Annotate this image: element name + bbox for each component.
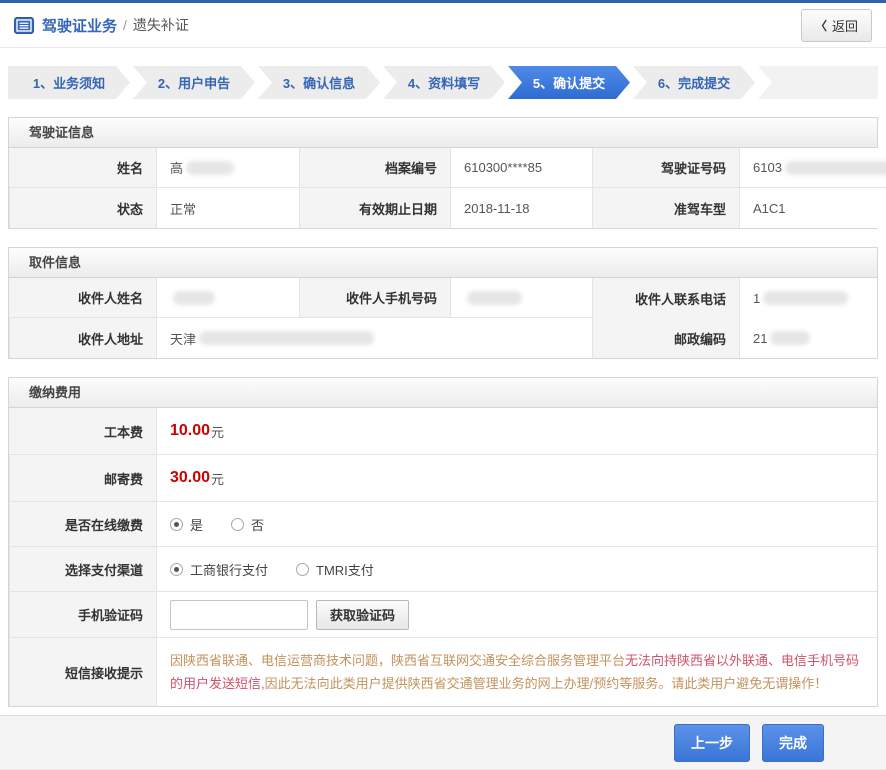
footer-action-bar: 上一步 完成 <box>0 715 886 770</box>
sms-code-input[interactable] <box>170 600 308 630</box>
sms-notice-text: 因陕西省联通、电信运营商技术问题，陕西省互联网交通安全综合服务管理平台无法向持陕… <box>156 638 877 706</box>
redacted-value <box>763 291 848 305</box>
section-pickup-title: 取件信息 <box>9 248 877 278</box>
get-code-button[interactable]: 获取验证码 <box>316 600 409 630</box>
online-no-label: 否 <box>251 515 264 534</box>
radio-channel-tmri[interactable] <box>296 563 309 576</box>
online-yes-option[interactable]: 是 <box>170 515 203 534</box>
redacted-value <box>199 331 374 345</box>
recipient-mobile-label: 收件人手机号码 <box>299 278 450 318</box>
production-fee-value: 10.00 元 <box>156 408 877 455</box>
redacted-value <box>785 161 886 175</box>
step-bar-filler <box>758 66 878 99</box>
back-button[interactable]: 〈 返回 <box>801 9 872 42</box>
breadcrumb-divider: / <box>123 17 127 33</box>
channel-tmri-option[interactable]: TMRI支付 <box>296 560 374 579</box>
step-3-confirm-info[interactable]: 3、确认信息 <box>258 66 380 99</box>
radio-online-no[interactable] <box>231 518 244 531</box>
redacted-value <box>173 291 215 305</box>
recipient-name-value <box>156 278 299 318</box>
online-payment-options: 是 否 <box>156 502 877 547</box>
sms-code-row: 获取验证码 <box>156 592 877 638</box>
page-header: 驾驶证业务 / 遗失补证 〈 返回 <box>0 3 886 48</box>
breadcrumb-current: 遗失补证 <box>133 15 189 35</box>
expiry-label: 有效期止日期 <box>299 188 450 228</box>
section-license-title: 驾驶证信息 <box>9 118 877 148</box>
finish-button[interactable]: 完成 <box>762 724 824 762</box>
redacted-value <box>186 161 234 175</box>
license-no-value: 6103 <box>739 148 886 188</box>
recipient-phone-label: 收件人联系电话 <box>592 278 739 318</box>
license-no-label: 驾驶证号码 <box>592 148 739 188</box>
production-fee-amount: 10.00 <box>170 422 210 440</box>
expiry-value: 2018-11-18 <box>450 188 592 228</box>
step-progress-bar: 1、业务须知 2、用户申告 3、确认信息 4、资料填写 5、确认提交 6、完成提… <box>8 66 878 99</box>
postcode-label: 邮政编码 <box>592 318 739 358</box>
license-business-icon <box>14 17 34 34</box>
section-license-info: 驾驶证信息 姓名 高 档案编号 610300****85 驾驶证号码 6103 … <box>8 117 878 229</box>
page-title: 驾驶证业务 <box>42 15 117 36</box>
radio-channel-icbc[interactable] <box>170 563 183 576</box>
online-yes-label: 是 <box>190 515 203 534</box>
step-2-user-declaration[interactable]: 2、用户申告 <box>133 66 255 99</box>
section-fees: 缴纳费用 工本费 10.00 元 邮寄费 30.00 元 是否在线缴费 是 否 … <box>8 377 878 707</box>
channel-icbc-label: 工商银行支付 <box>190 560 268 579</box>
name-value: 高 <box>156 148 299 188</box>
step-1-business-notice[interactable]: 1、业务须知 <box>8 66 130 99</box>
archive-no-value: 610300****85 <box>450 148 592 188</box>
recipient-address-value: 天津 <box>156 318 592 358</box>
step-5-confirm-submit-active[interactable]: 5、确认提交 <box>508 66 630 99</box>
payment-channel-label: 选择支付渠道 <box>9 547 156 592</box>
redacted-value <box>770 331 810 345</box>
vehicle-type-value: A1C1 <box>739 188 886 228</box>
status-value: 正常 <box>156 188 299 228</box>
step-6-complete-submit[interactable]: 6、完成提交 <box>633 66 755 99</box>
section-pickup-info: 取件信息 收件人姓名 收件人手机号码 收件人联系电话 1 收件人地址 天津 邮政… <box>8 247 878 359</box>
name-label: 姓名 <box>9 148 156 188</box>
channel-icbc-option[interactable]: 工商银行支付 <box>170 560 268 579</box>
postcode-value: 21 <box>739 318 877 358</box>
channel-tmri-label: TMRI支付 <box>316 560 374 579</box>
sms-notice-label: 短信接收提示 <box>9 638 156 706</box>
archive-no-label: 档案编号 <box>299 148 450 188</box>
section-fees-title: 缴纳费用 <box>9 378 877 408</box>
recipient-address-label: 收件人地址 <box>9 318 156 358</box>
radio-online-yes[interactable] <box>170 518 183 531</box>
mailing-fee-amount: 30.00 <box>170 469 210 487</box>
back-chevron-icon: 〈 <box>815 17 827 34</box>
mailing-fee-label: 邮寄费 <box>9 455 156 502</box>
notice-part-1: 因陕西省联通、电信运营商技术问题，陕西省互联网交通安全综合服务管理平台 <box>170 653 625 668</box>
online-payment-label: 是否在线缴费 <box>9 502 156 547</box>
redacted-value <box>467 291 522 305</box>
recipient-phone-value: 1 <box>739 278 877 318</box>
mailing-fee-value: 30.00 元 <box>156 455 877 502</box>
production-fee-unit: 元 <box>211 422 224 441</box>
mailing-fee-unit: 元 <box>211 469 224 488</box>
previous-step-button[interactable]: 上一步 <box>674 724 750 762</box>
recipient-name-label: 收件人姓名 <box>9 278 156 318</box>
recipient-mobile-value <box>450 278 592 318</box>
vehicle-type-label: 准驾车型 <box>592 188 739 228</box>
step-4-fill-data[interactable]: 4、资料填写 <box>383 66 505 99</box>
sms-code-label: 手机验证码 <box>9 592 156 638</box>
notice-part-3: 因此无法向此类用户提供陕西省交通管理业务的网上办理/预约等服务。请此类用户避免无… <box>265 676 828 691</box>
payment-channel-options: 工商银行支付 TMRI支付 <box>156 547 877 592</box>
production-fee-label: 工本费 <box>9 408 156 455</box>
status-label: 状态 <box>9 188 156 228</box>
back-button-label: 返回 <box>832 16 858 35</box>
online-no-option[interactable]: 否 <box>231 515 264 534</box>
